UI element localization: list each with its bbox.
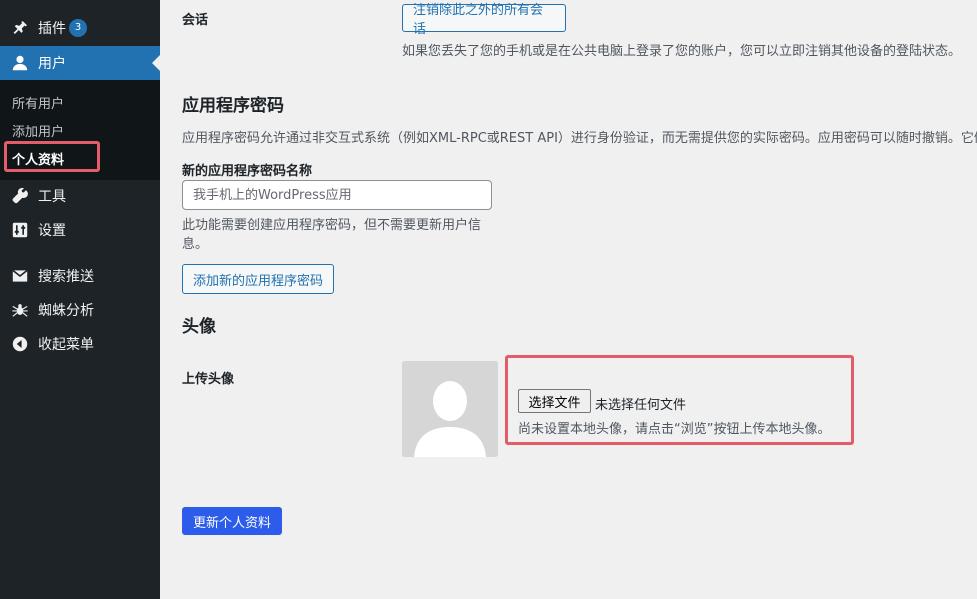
logout-other-sessions-button[interactable]: 注销除此之外的所有会话 [402,3,566,37]
sidebar-item-label: 搜索推送 [38,269,94,285]
wrench-icon [10,186,30,206]
plugin-icon [10,18,30,38]
spider-icon [10,300,30,320]
push-icon [10,266,30,286]
user-icon [10,53,30,73]
update-count-badge: 3 [69,19,87,37]
profile-main-content: 会话 注销除此之外的所有会话 如果您丢失了您的手机或是在公共电脑上登录了您的账户… [160,0,977,599]
sidebar-item-tools[interactable]: 工具 [0,179,160,213]
app-passwords-title: 应用程序密码 [182,96,284,116]
app-passwords-description: 应用程序密码允许通过非交互式系统（例如XML-RPC或REST API）进行身份… [182,131,977,146]
submenu-all-users[interactable]: 所有用户 [12,93,64,112]
sidebar-item-settings[interactable]: 设置 [0,213,160,247]
profile-highlight-box [4,141,100,172]
sidebar-item-users[interactable]: 用户 [0,46,160,80]
sidebar-item-seo-push[interactable]: 搜索推送 [0,259,160,293]
choose-file-button[interactable]: 选择文件 [518,389,591,413]
app-password-name-input[interactable] [182,180,492,210]
avatar-placeholder-image [402,361,498,457]
collapse-icon [10,334,30,354]
sidebar-item-spider[interactable]: 蜘蛛分析 [0,293,160,327]
collapse-menu-button[interactable]: 收起菜单 [0,327,160,361]
app-password-name-label: 新的应用程序密码名称 [182,164,313,179]
settings-icon [10,220,30,240]
sessions-label: 会话 [182,13,209,28]
sidebar-item-label: 蜘蛛分析 [38,303,94,319]
app-password-hint-line1: 此功能需要创建应用程序密码，但不需要更新用户信 [182,218,482,233]
update-profile-button[interactable]: 更新个人资料 [182,507,282,535]
sidebar-item-label: 收起菜单 [38,337,94,353]
sidebar-item-label: 用户 [38,56,66,72]
admin-sidebar: 插件 3 用户 所有用户 添加用户 个人资料 工具 设置 搜索推送 蜘蛛分析 收… [0,0,160,599]
app-password-hint-line2: 息。 [182,237,209,252]
sessions-description: 如果您丢失了您的手机或是在公共电脑上登录了您的账户，您可以立即注销其他设备的登陆… [402,44,962,59]
sidebar-item-label: 插件 [38,21,66,37]
no-file-chosen-text: 未选择任何文件 [595,398,687,413]
add-app-password-button[interactable]: 添加新的应用程序密码 [182,264,334,294]
default-avatar-icon [402,361,498,457]
avatar-hint: 尚未设置本地头像，请点击“浏览”按钮上传本地头像。 [518,422,831,437]
upload-avatar-label: 上传头像 [182,372,235,387]
sidebar-item-label: 工具 [38,189,66,205]
sidebar-item-plugins[interactable]: 插件 3 [0,11,160,45]
submenu-add-user[interactable]: 添加用户 [12,121,64,140]
sidebar-item-label: 设置 [38,223,66,239]
avatar-title: 头像 [182,317,216,337]
